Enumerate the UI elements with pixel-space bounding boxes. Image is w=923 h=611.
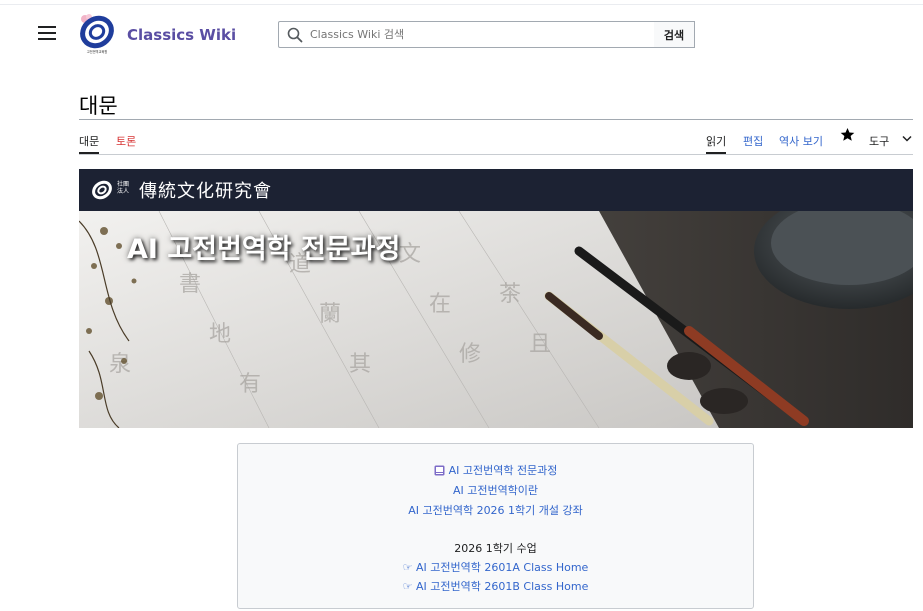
menu-icon-bar: [38, 38, 56, 40]
site-title[interactable]: Classics Wiki: [127, 26, 236, 44]
main-menu-button[interactable]: [38, 26, 56, 40]
banner-heading: AI 고전번역학 전문과정: [127, 234, 401, 265]
tab-read[interactable]: 읽기: [706, 133, 727, 154]
course-title-link[interactable]: AI 고전번역학 전문과정: [238, 462, 753, 478]
svg-text:泉: 泉: [109, 352, 131, 377]
class-b-link[interactable]: ☞ AI 고전번역학 2601B Class Home: [238, 578, 753, 594]
organization-logo-icon: [92, 180, 112, 200]
courses-link[interactable]: AI 고전번역학 2026 1학기 개설 강좌: [238, 502, 753, 518]
svg-text:고전번역교육원: 고전번역교육원: [87, 49, 108, 54]
svg-text:地: 地: [209, 322, 231, 347]
top-border: [0, 0, 923, 5]
tab-history[interactable]: 역사 보기: [779, 133, 823, 149]
svg-text:茶: 茶: [499, 282, 521, 307]
menu-icon-bar: [38, 32, 56, 34]
tabs-divider: [79, 154, 913, 155]
banner-header-bar: 社團 法人 傳統文化研究會: [79, 169, 913, 211]
svg-text:有: 有: [239, 372, 261, 397]
course-navigation-box: AI 고전번역학 전문과정 AI 고전번역학이란 AI 고전번역학 2026 1…: [237, 443, 754, 609]
svg-text:書: 書: [179, 272, 201, 297]
title-divider: [79, 119, 913, 120]
search-box[interactable]: [278, 21, 656, 48]
svg-text:在: 在: [429, 292, 451, 317]
tab-main-page[interactable]: 대문: [79, 133, 100, 154]
svg-text:且: 且: [529, 332, 551, 357]
intro-link[interactable]: AI 고전번역학이란: [238, 482, 753, 498]
hero-banner: 社團 法人 傳統文化研究會 書 地 有 道 蘭 其 文 在 修 茶 且 泉 AI…: [79, 169, 913, 428]
star-icon[interactable]: [840, 127, 855, 142]
svg-text:文: 文: [399, 242, 421, 267]
tools-menu[interactable]: 도구: [869, 133, 889, 149]
org-type-label: 社團 法人: [117, 181, 130, 195]
book-icon: [434, 465, 445, 476]
search-icon: [287, 27, 303, 43]
page-title: 대문: [79, 94, 118, 118]
svg-text:蘭: 蘭: [319, 302, 341, 327]
menu-icon-bar: [38, 26, 56, 28]
semester-label: 2026 1학기 수업: [454, 542, 537, 555]
tab-discussion[interactable]: 토론: [116, 133, 136, 149]
svg-text:其: 其: [349, 352, 371, 377]
search-input[interactable]: [310, 25, 640, 44]
chevron-down-icon[interactable]: [902, 135, 912, 142]
search-form: 검색: [278, 21, 696, 48]
svg-text:修: 修: [459, 342, 481, 367]
class-a-link[interactable]: ☞ AI 고전번역학 2601A Class Home: [238, 559, 753, 575]
tab-edit[interactable]: 편집: [743, 133, 763, 149]
organization-name: 傳統文化研究會: [139, 181, 272, 202]
search-button[interactable]: 검색: [654, 21, 695, 48]
site-logo[interactable]: 고전번역교육원: [76, 12, 118, 56]
